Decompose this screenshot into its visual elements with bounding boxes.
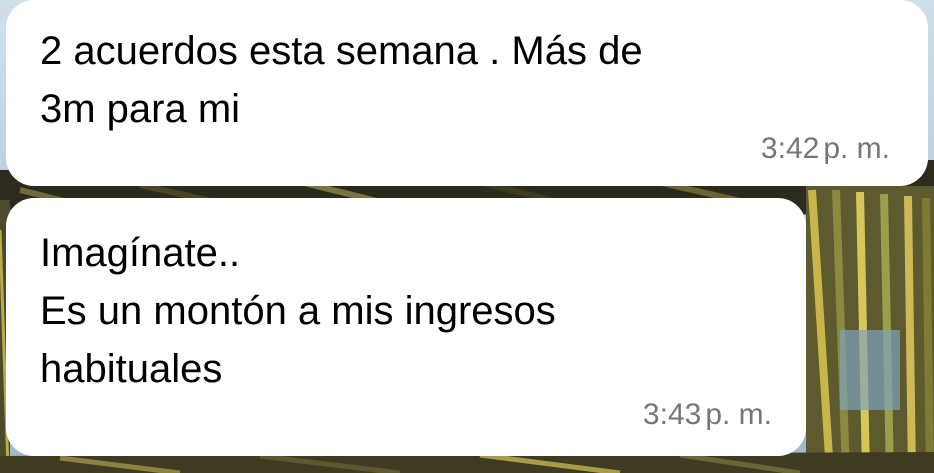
message-bubble[interactable]: 2 acuerdos esta semana . Más de 3m para … [6, 0, 928, 186]
message-timestamp: 3:42 p. m. [761, 132, 890, 166]
timestamp-suffix: p. m. [705, 398, 772, 431]
message-bubble[interactable]: Imagínate.. Es un montón a mis ingresos … [6, 198, 806, 456]
message-text: Imagínate.. Es un montón a mis ingresos … [40, 231, 556, 391]
message-text: 2 acuerdos esta semana . Más de 3m para … [40, 29, 643, 131]
timestamp-time: 3:43 [642, 398, 702, 431]
timestamp-suffix: p. m. [823, 132, 890, 165]
timestamp-time: 3:42 [760, 132, 820, 165]
message-timestamp: 3:43 p. m. [643, 398, 772, 432]
